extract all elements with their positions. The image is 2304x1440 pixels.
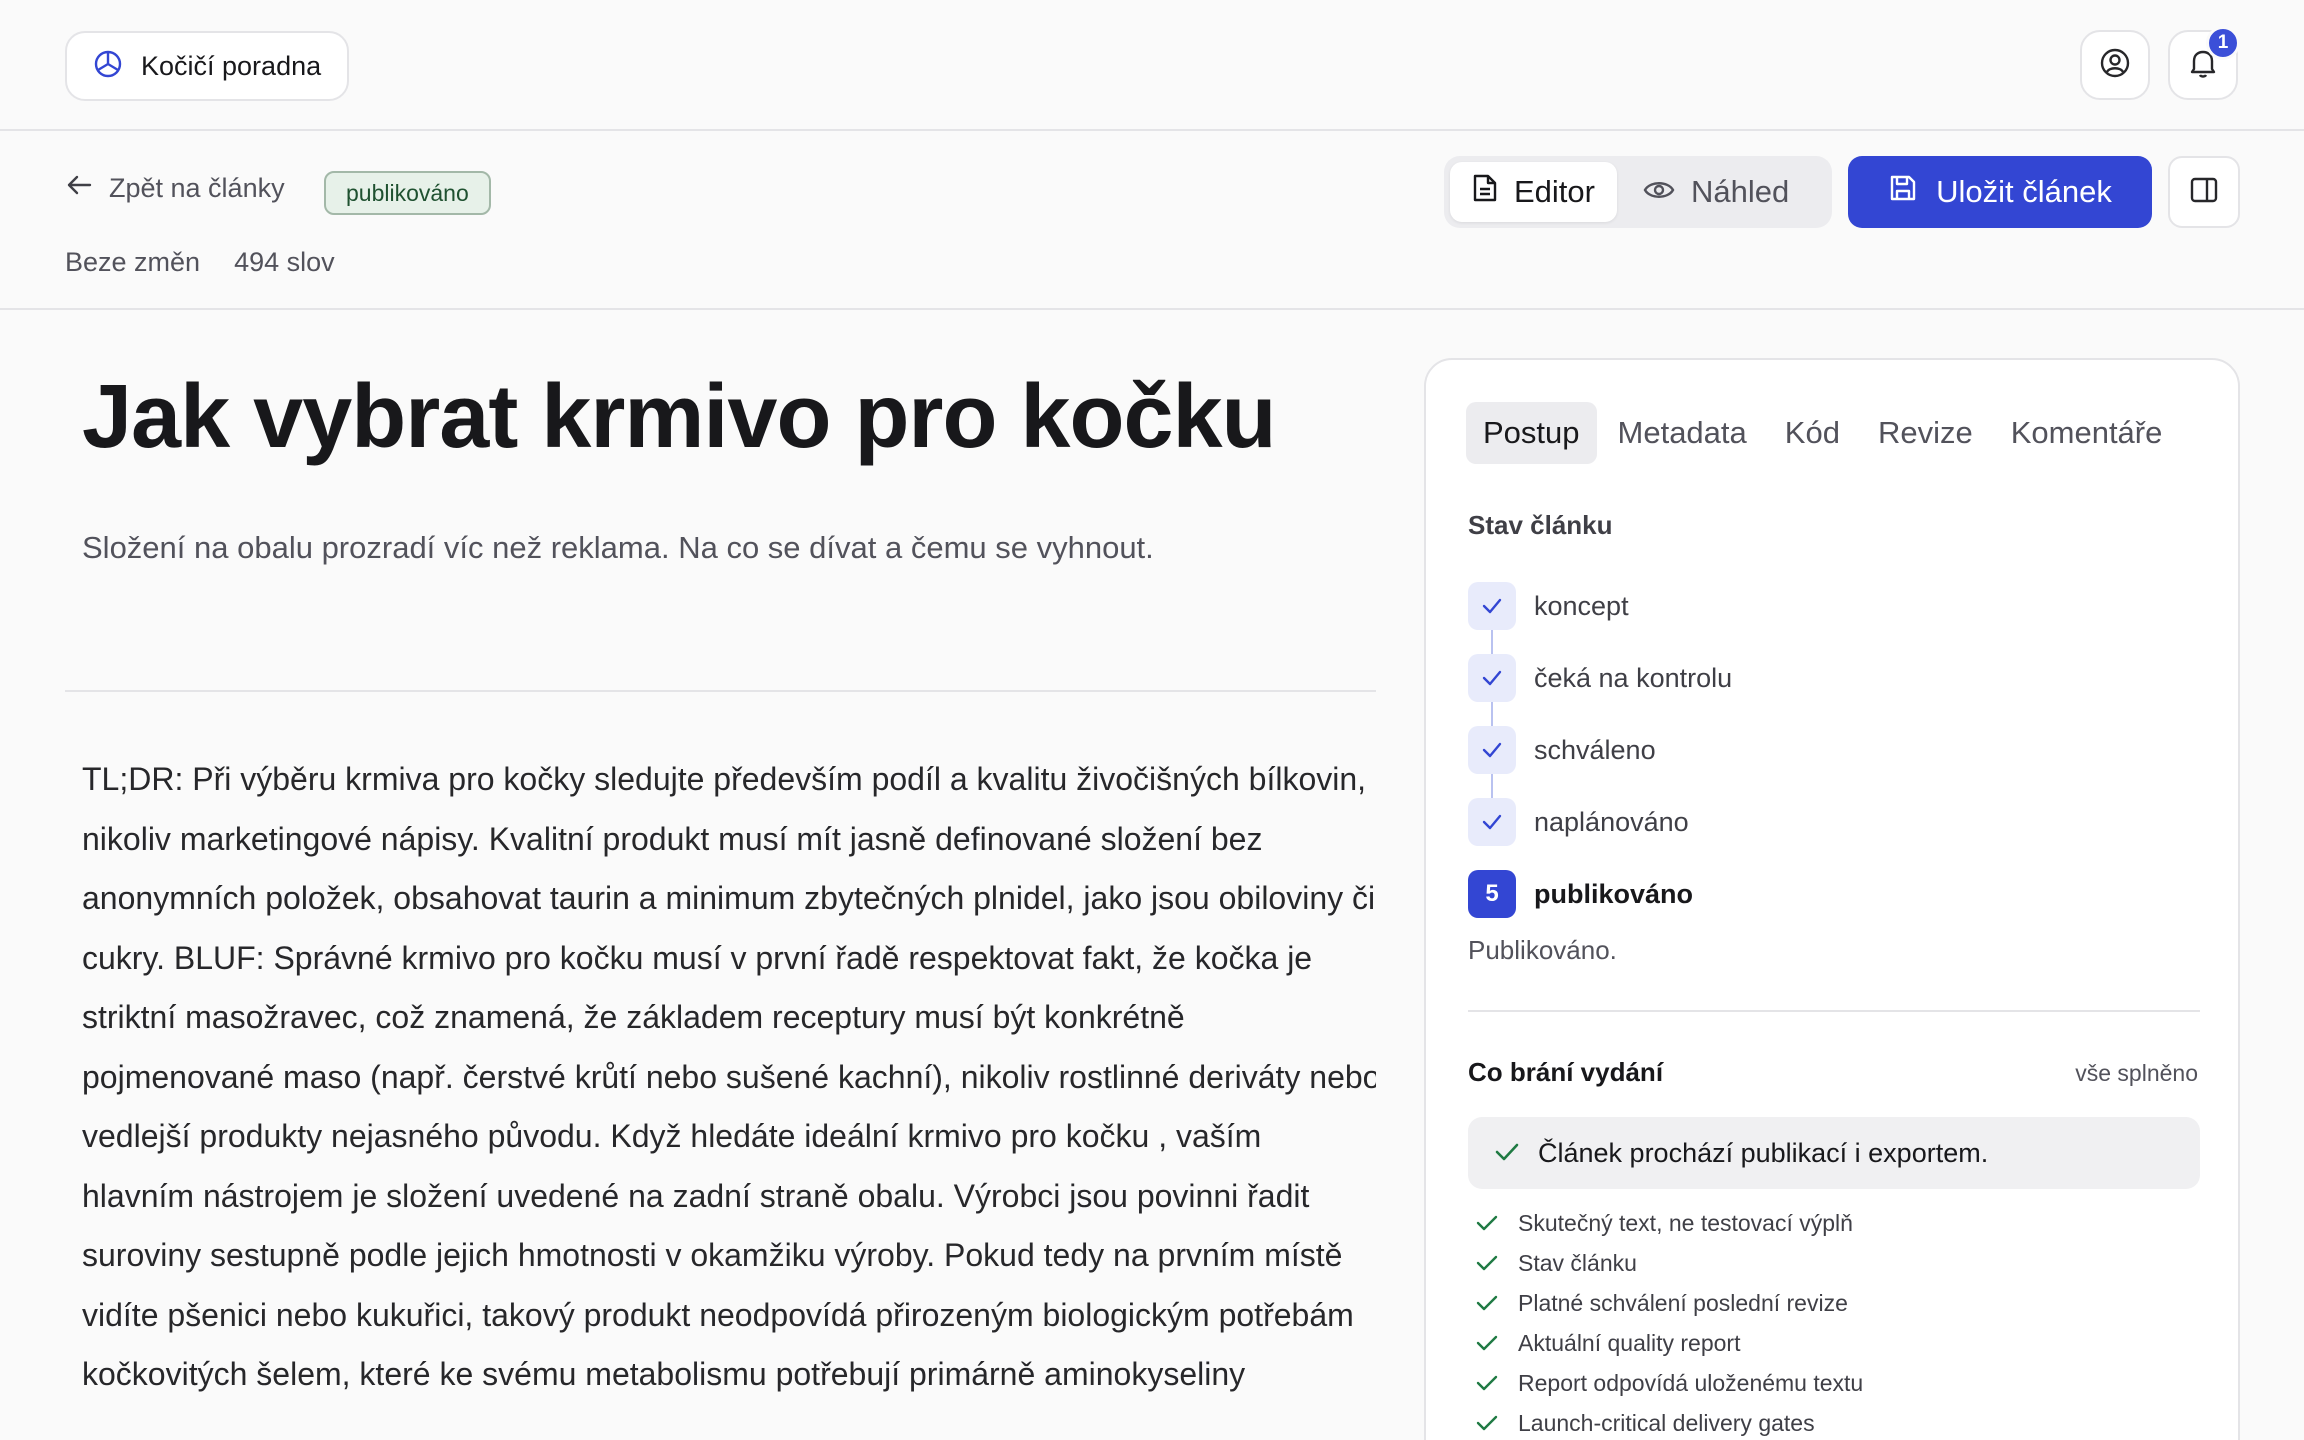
- check-icon: [1476, 1290, 1498, 1317]
- top-bar: Kočičí poradna 1: [0, 0, 2304, 131]
- checklist-label: Stav článku: [1518, 1249, 1637, 1276]
- status-step: koncept: [1468, 570, 2068, 654]
- save-article-button[interactable]: Uložit článek: [1848, 156, 2152, 228]
- status-steps: koncept čeká na kontrolu schváleno naplá…: [1468, 570, 2068, 930]
- blockers-title: Co brání vydání: [1468, 1057, 1664, 1087]
- preview-tab-label: Náhled: [1690, 174, 1790, 209]
- tab-komentare[interactable]: Komentáře: [1994, 402, 2180, 464]
- status-step: naplánováno: [1468, 786, 2068, 858]
- step-connector: [1491, 774, 1493, 798]
- panel-tabs: Postup Metadata Kód Revize Komentáře: [1466, 402, 2179, 464]
- article-title[interactable]: Jak vybrat krmivo pro kočku: [82, 368, 1277, 467]
- document-icon: [1472, 173, 1498, 211]
- editor-tab-label: Editor: [1514, 174, 1595, 209]
- back-label: Zpět na články: [109, 173, 285, 203]
- checklist-item: Aktuální quality report: [1476, 1323, 1863, 1363]
- checklist-label: Skutečný text, ne testovací výplň: [1518, 1209, 1853, 1236]
- view-mode-toggle: Editor Náhled: [1444, 156, 1832, 228]
- check-icon: [1476, 1410, 1498, 1437]
- eye-icon: [1643, 174, 1675, 210]
- word-count: 494 slov: [234, 247, 335, 277]
- pass-message: Článek prochází publikací i exportem.: [1538, 1137, 1989, 1168]
- arrow-left-icon: [65, 173, 93, 204]
- step-label: schváleno: [1534, 734, 1656, 765]
- article-body[interactable]: TL;DR: Při výběru krmiva pro kočky sledu…: [82, 750, 1376, 1405]
- tab-kod[interactable]: Kód: [1768, 402, 1857, 464]
- publish-pass-banner: Článek prochází publikací i exportem.: [1468, 1117, 2200, 1189]
- tab-revize[interactable]: Revize: [1861, 402, 1990, 464]
- status-step: čeká na kontrolu: [1468, 642, 2068, 726]
- checklist-item: Launch-critical delivery gates: [1476, 1403, 1863, 1440]
- step-connector: [1491, 702, 1493, 726]
- article-editor: Jak vybrat krmivo pro kočku Složení na o…: [65, 310, 1376, 1440]
- check-icon: [1476, 1330, 1498, 1357]
- check-icon: [1468, 798, 1516, 846]
- tab-postup[interactable]: Postup: [1466, 402, 1597, 464]
- user-circle-icon: [2099, 47, 2131, 84]
- divider: [65, 690, 1376, 692]
- step-label: koncept: [1534, 590, 1629, 621]
- account-button[interactable]: [2080, 30, 2150, 100]
- back-to-articles-link[interactable]: Zpět na články: [65, 173, 285, 204]
- sidebar-panel-icon: [2189, 176, 2219, 209]
- notification-count-badge: 1: [2206, 26, 2240, 60]
- tab-metadata[interactable]: Metadata: [1601, 402, 1764, 464]
- checklist-item: Report odpovídá uloženému textu: [1476, 1363, 1863, 1403]
- check-icon: [1468, 582, 1516, 630]
- blockers-summary: vše splněno: [2075, 1060, 2198, 1086]
- notifications-button[interactable]: 1: [2168, 26, 2240, 100]
- document-meta: Beze změn 494 slov: [65, 247, 335, 278]
- workflow-panel: Postup Metadata Kód Revize Komentáře Sta…: [1424, 358, 2240, 1440]
- step-label: naplánováno: [1534, 806, 1689, 837]
- status-step: schváleno: [1468, 714, 2068, 798]
- article-lede[interactable]: Složení na obalu prozradí víc než reklam…: [82, 530, 1154, 566]
- check-icon: [1476, 1250, 1498, 1277]
- check-icon: [1476, 1210, 1498, 1237]
- checklist-label: Launch-critical delivery gates: [1518, 1409, 1815, 1436]
- preview-tab[interactable]: Náhled: [1621, 162, 1811, 222]
- save-state: Beze změn: [65, 247, 201, 277]
- divider: [1468, 1010, 2200, 1012]
- checklist-label: Platné schválení poslední revize: [1518, 1289, 1848, 1316]
- checklist-item: Stav článku: [1476, 1243, 1863, 1283]
- status-badge: publikováno: [324, 171, 491, 215]
- publish-checklist: Skutečný text, ne testovací výplň Stav č…: [1476, 1203, 1863, 1440]
- check-icon: [1468, 654, 1516, 702]
- check-icon: [1468, 726, 1516, 774]
- status-step-current: 5 publikováno: [1468, 858, 2068, 930]
- cat-logo-icon: [93, 49, 123, 84]
- checklist-item: Skutečný text, ne testovací výplň: [1476, 1203, 1863, 1243]
- checklist-item: Platné schválení poslední revize: [1476, 1283, 1863, 1323]
- brand-name: Kočičí poradna: [141, 50, 322, 81]
- step-label: publikováno: [1534, 878, 1694, 909]
- step-connector: [1491, 630, 1493, 654]
- editor-tab[interactable]: Editor: [1450, 162, 1617, 222]
- checklist-label: Report odpovídá uloženému textu: [1518, 1369, 1864, 1396]
- check-icon: [1494, 1138, 1520, 1169]
- step-number: 5: [1468, 870, 1516, 918]
- check-icon: [1476, 1370, 1498, 1397]
- step-label: čeká na kontrolu: [1534, 662, 1733, 693]
- floppy-disk-icon: [1888, 173, 1918, 211]
- status-section-title: Stav článku: [1468, 510, 1613, 540]
- toggle-sidebar-button[interactable]: [2168, 156, 2240, 228]
- save-label: Uložit článek: [1936, 174, 2112, 209]
- brand-button[interactable]: Kočičí poradna: [65, 31, 350, 101]
- status-note: Publikováno.: [1468, 935, 1617, 965]
- editor-toolbar: Zpět na články publikováno Beze změn 494…: [0, 131, 2304, 310]
- checklist-label: Aktuální quality report: [1518, 1329, 1741, 1356]
